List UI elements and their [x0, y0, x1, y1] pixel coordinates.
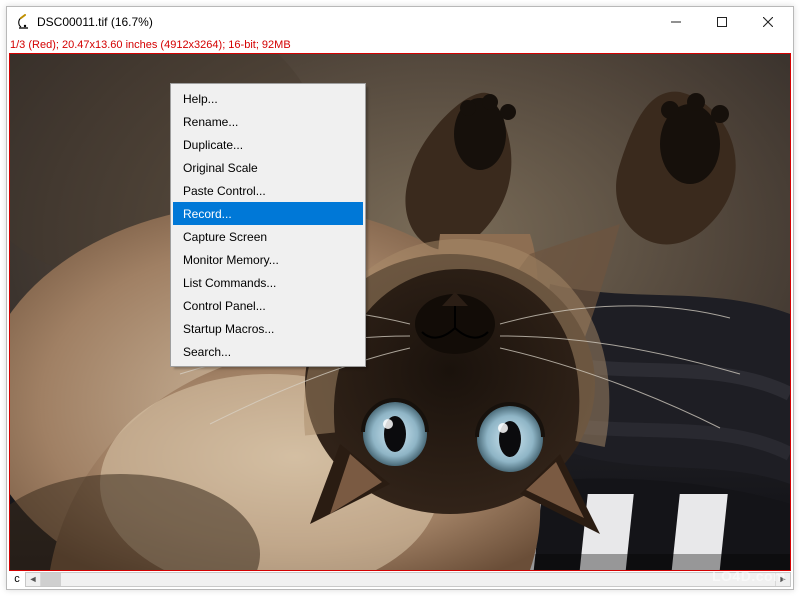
window-title: DSC00011.tif (16.7%)	[37, 15, 153, 29]
channel-scrollbar: c ◄ ►	[7, 571, 793, 589]
channel-indicator: c	[11, 573, 23, 585]
close-button[interactable]	[745, 7, 791, 37]
context-menu: Help... Rename... Duplicate... Original …	[170, 83, 366, 367]
menu-record[interactable]: Record...	[173, 202, 363, 225]
image-info-text: 1/3 (Red); 20.47x13.60 inches (4912x3264…	[7, 37, 793, 53]
menu-duplicate[interactable]: Duplicate...	[173, 133, 363, 156]
menu-list-commands[interactable]: List Commands...	[173, 271, 363, 294]
menu-paste-control[interactable]: Paste Control...	[173, 179, 363, 202]
watermark-text: LO4D.com	[712, 568, 786, 584]
image-content	[9, 53, 791, 571]
menu-original-scale[interactable]: Original Scale	[173, 156, 363, 179]
menu-monitor-memory[interactable]: Monitor Memory...	[173, 248, 363, 271]
microscope-icon	[15, 14, 31, 30]
menu-control-panel[interactable]: Control Panel...	[173, 294, 363, 317]
titlebar[interactable]: DSC00011.tif (16.7%)	[7, 7, 793, 37]
menu-help[interactable]: Help...	[173, 87, 363, 110]
menu-startup-macros[interactable]: Startup Macros...	[173, 317, 363, 340]
menu-capture-screen[interactable]: Capture Screen	[173, 225, 363, 248]
menu-search[interactable]: Search...	[173, 340, 363, 363]
minimize-button[interactable]	[653, 7, 699, 37]
scroll-left-icon[interactable]: ◄	[26, 573, 41, 586]
maximize-button[interactable]	[699, 7, 745, 37]
image-canvas[interactable]	[7, 53, 793, 571]
scroll-thumb[interactable]	[41, 573, 61, 586]
menu-rename[interactable]: Rename...	[173, 110, 363, 133]
image-window: DSC00011.tif (16.7%) 1/3 (Red); 20.47x13…	[6, 6, 794, 590]
channel-slider[interactable]: ◄ ►	[25, 572, 791, 587]
